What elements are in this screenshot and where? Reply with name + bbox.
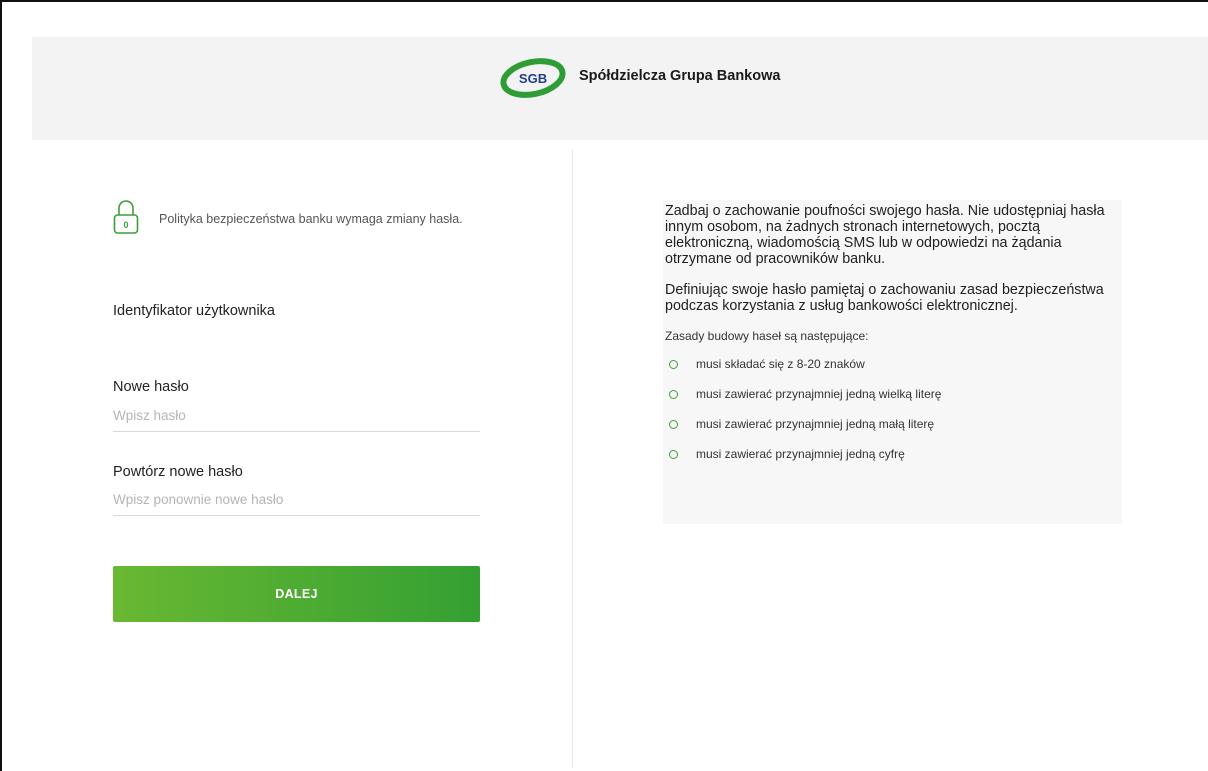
rules-title: Zasady budowy haseł są następujące:	[665, 329, 869, 343]
user-id-label: Identyfikator użytkownika	[113, 303, 275, 319]
rule-text: musi zawierać przynajmniej jedną małą li…	[696, 417, 935, 431]
rule-text: musi zawierać przynajmniej jedną cyfrę	[696, 447, 905, 461]
rule-text: musi składać się z 8-20 znaków	[696, 357, 865, 371]
circle-bullet-icon	[669, 359, 678, 369]
new-password-label: Nowe hasło	[113, 379, 189, 395]
bank-name: Spółdzielcza Grupa Bankowa	[579, 68, 781, 84]
logo-mark-text: SGB	[519, 71, 547, 86]
header: SGB Spółdzielcza Grupa Bankowa	[32, 37, 1208, 140]
lock-icon: 0	[113, 195, 139, 235]
svg-text:0: 0	[123, 220, 128, 230]
rule-item: musi składać się z 8-20 znaków	[665, 355, 1118, 373]
rules-list: musi składać się z 8-20 znaków musi zawi…	[665, 355, 1118, 463]
repeat-password-label: Powtórz nowe hasło	[113, 464, 243, 480]
security-paragraph: Definiując swoje hasło pamiętaj o zachow…	[665, 282, 1104, 314]
password-rules-panel: Zadbaj o zachowanie poufności swojego ha…	[663, 200, 1122, 524]
security-notice: 0 Polityka bezpieczeństwa banku wymaga z…	[113, 195, 480, 235]
bank-logo[interactable]: SGB Spółdzielcza Grupa Bankowa	[498, 54, 780, 98]
confidentiality-paragraph: Zadbaj o zachowanie poufności swojego ha…	[665, 203, 1105, 267]
security-notice-text: Polityka bezpieczeństwa banku wymaga zmi…	[159, 212, 463, 226]
circle-bullet-icon	[669, 449, 678, 459]
new-password-input[interactable]	[113, 408, 480, 432]
next-button[interactable]: DALEJ	[113, 566, 480, 622]
rule-item: musi zawierać przynajmniej jedną wielką …	[665, 385, 1118, 403]
circle-bullet-icon	[669, 389, 678, 399]
circle-bullet-icon	[669, 419, 678, 429]
column-divider	[572, 150, 573, 768]
rule-item: musi zawierać przynajmniej jedną cyfrę	[665, 445, 1118, 463]
password-change-form: 0 Polityka bezpieczeństwa banku wymaga z…	[113, 195, 480, 622]
sgb-logo-icon: SGB	[498, 54, 568, 98]
rule-item: musi zawierać przynajmniej jedną małą li…	[665, 415, 1118, 433]
repeat-password-input[interactable]	[113, 492, 480, 516]
rule-text: musi zawierać przynajmniej jedną wielką …	[696, 387, 942, 401]
